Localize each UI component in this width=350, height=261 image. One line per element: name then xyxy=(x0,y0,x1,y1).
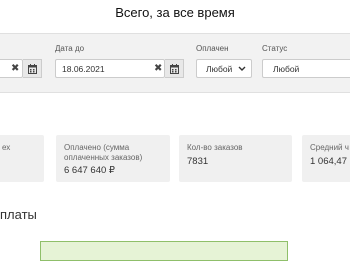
date-to-input[interactable]: 18.06.2021 ✖ xyxy=(55,59,165,78)
stat-card-average-check-value: 1 064,47 xyxy=(310,156,347,167)
paid-select[interactable]: Любой xyxy=(196,59,252,78)
stat-card-average-check: Средний ч 1 064,47 xyxy=(302,135,350,182)
page-title: Всего, за все время xyxy=(115,5,235,20)
date-from-field[interactable]: ✖ xyxy=(0,59,23,78)
chevron-down-icon xyxy=(238,66,246,71)
stat-card-paid-sum-value: 6 647 640 ₽ xyxy=(64,165,115,176)
paid-label: Оплачен xyxy=(196,44,229,53)
stat-card-orders-count: Кол-во заказов 7831 xyxy=(179,135,292,182)
date-to-calendar-button[interactable] xyxy=(165,59,184,78)
stat-card-orders-count-label: Кол-во заказов xyxy=(187,143,243,152)
date-to-label: Дата до xyxy=(55,44,85,53)
section-title: платы xyxy=(0,207,37,222)
stat-card-paid-sum: Оплачено (сумма оплаченных заказов) 6 64… xyxy=(56,135,170,182)
calendar-icon xyxy=(28,64,37,74)
clear-date-to-icon[interactable]: ✖ xyxy=(154,63,162,74)
status-select-value: Любой xyxy=(273,64,300,74)
payments-chart-area xyxy=(40,241,288,261)
stat-card-orders-count-value: 7831 xyxy=(187,156,209,167)
stat-card-paid-sum-label: Оплачено (сумма оплаченных заказов) xyxy=(64,143,143,162)
clear-date-from-icon[interactable]: ✖ xyxy=(11,63,19,74)
stat-card-average-check-label: Средний ч xyxy=(310,143,349,152)
status-label: Статус xyxy=(262,44,288,53)
date-from-calendar-button[interactable] xyxy=(23,59,42,78)
status-select[interactable]: Любой xyxy=(262,59,350,78)
date-to-value: 18.06.2021 xyxy=(62,64,105,74)
calendar-icon xyxy=(170,64,179,74)
stat-card-total: ех xyxy=(0,135,44,182)
paid-select-value: Любой xyxy=(206,64,233,74)
stat-card-total-label: ех xyxy=(2,143,11,152)
filter-bar: ✖ Дата до 18.06.2021 ✖ Оплачен Любой Ста… xyxy=(0,33,350,93)
